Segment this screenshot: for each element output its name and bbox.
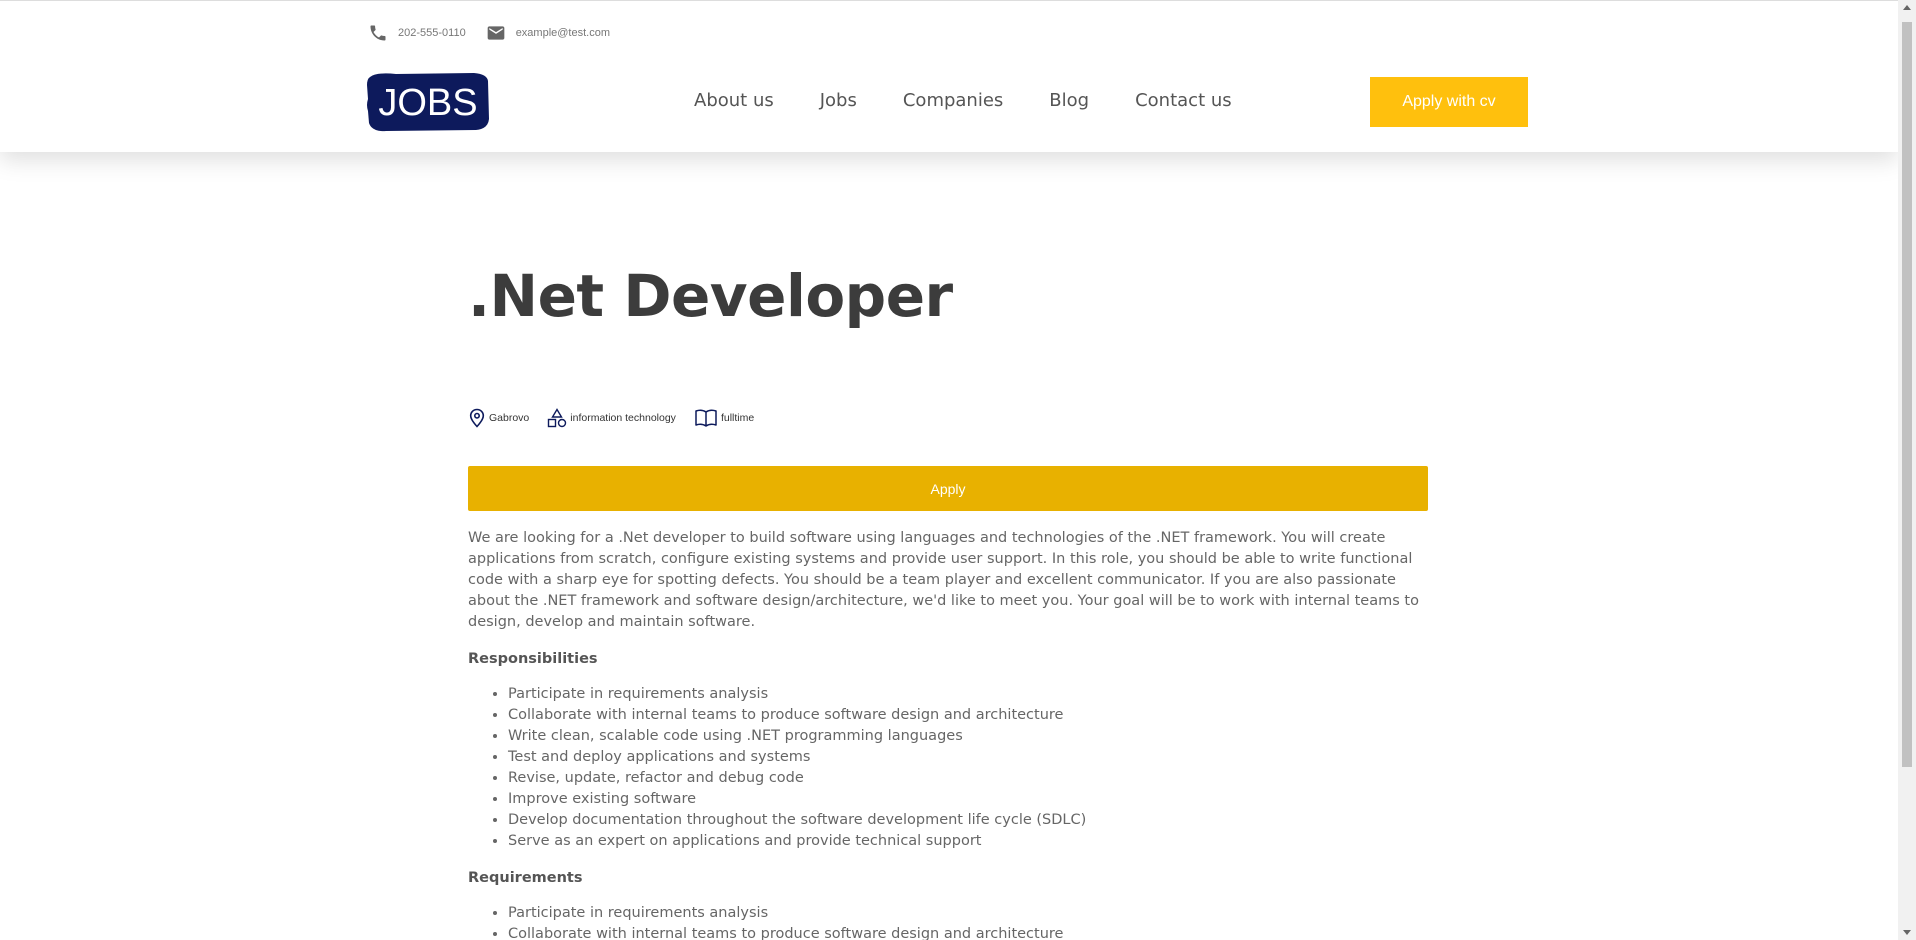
nav-jobs[interactable]: Jobs [820,90,857,111]
site-header: 202-555-0110 example@test.com JOBS About… [0,0,1898,152]
location-label: Gabrovo [489,412,530,424]
job-description-section: We are looking for a .Net developer to b… [468,528,1428,940]
nav-blog[interactable]: Blog [1049,90,1089,111]
map-pin-icon [469,408,485,428]
phone-icon [370,25,386,41]
list-item: Test and deploy applications and systems [508,747,1428,768]
page-scrollbar[interactable] [1898,0,1916,940]
job-type: fulltime [694,408,754,428]
site-logo[interactable]: JOBS [366,71,490,133]
nav-about-us[interactable]: About us [694,90,774,111]
scroll-up-arrow-icon[interactable] [1903,5,1911,10]
nav-contact-us[interactable]: Contact us [1135,90,1232,111]
responsibilities-heading: Responsibilities [468,651,598,667]
job-detail: .Net Developer Gabrovo information techn… [468,262,1428,940]
requirements-heading: Requirements [468,870,583,886]
list-item: Participate in requirements analysis [508,903,1428,924]
main-nav: About us Jobs Companies Blog Contact us [694,90,1232,111]
shapes-icon [548,408,567,428]
scroll-down-arrow-icon[interactable] [1903,930,1911,935]
list-item: Improve existing software [508,789,1428,810]
contact-bar: 202-555-0110 example@test.com [368,23,630,43]
job-title: .Net Developer [468,262,953,330]
logo-text: JOBS [378,82,477,124]
apply-button[interactable]: Apply [468,466,1428,511]
list-item: Revise, update, refactor and debug code [508,768,1428,789]
phone-contact[interactable]: 202-555-0110 [368,23,466,43]
apply-with-cv-button[interactable]: Apply with cv [1370,77,1528,127]
job-category: information technology [547,408,676,428]
list-item: Serve as an expert on applications and p… [508,831,1428,852]
list-item: Collaborate with internal teams to produ… [508,924,1428,940]
nav-companies[interactable]: Companies [903,90,1003,111]
list-item: Collaborate with internal teams to produ… [508,705,1428,726]
list-item: Participate in requirements analysis [508,684,1428,705]
email-contact[interactable]: example@test.com [486,23,610,43]
list-item: Develop documentation throughout the sof… [508,810,1428,831]
scrollbar-thumb[interactable] [1902,22,1912,767]
phone-number: 202-555-0110 [398,27,466,39]
responsibilities-list: Participate in requirements analysis Col… [468,684,1428,852]
job-location: Gabrovo [468,408,529,428]
type-label: fulltime [720,412,755,424]
job-description: We are looking for a .Net developer to b… [468,530,1419,630]
jobs-logo-graphic: JOBS [367,73,489,132]
job-meta: Gabrovo information technology fulltime [468,408,772,428]
list-item: Write clean, scalable code using .NET pr… [508,726,1428,747]
category-label: information technology [570,412,676,424]
email-address: example@test.com [515,27,610,39]
mail-icon [487,26,505,40]
book-icon [695,409,717,427]
requirements-list: Participate in requirements analysis Col… [468,903,1428,940]
